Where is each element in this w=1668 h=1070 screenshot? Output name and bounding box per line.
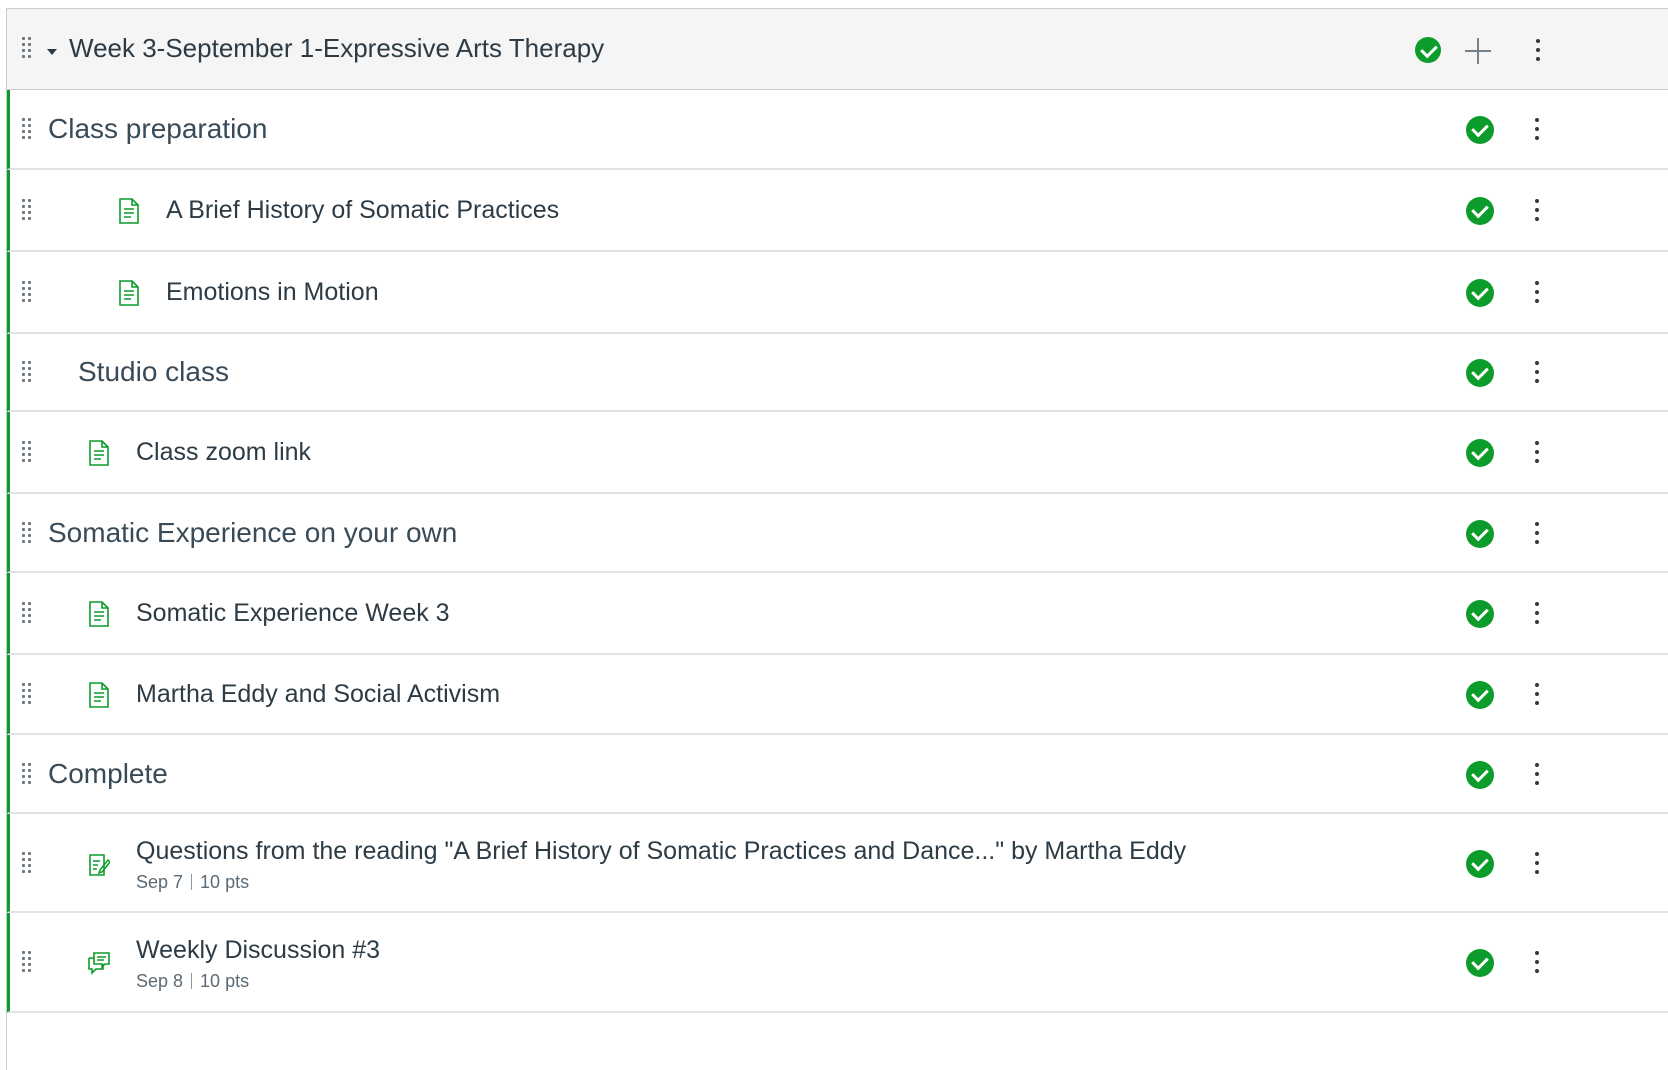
drag-handle-icon[interactable] — [22, 441, 34, 465]
module-item-title-link[interactable]: Weekly Discussion #3 — [136, 936, 380, 965]
assignment-icon — [88, 851, 112, 877]
module-item-row[interactable]: Sep 8 10 pts Weekly Discussion #3 — [7, 913, 1668, 1013]
item-details: Sep 7 10 pts — [136, 872, 249, 893]
item-details: Sep 8 10 pts — [136, 971, 249, 992]
published-check-icon[interactable] — [1466, 949, 1494, 977]
text-header-title: Class preparation — [48, 113, 268, 144]
module-item-title-link[interactable]: A Brief History of Somatic Practices — [166, 196, 559, 225]
text-header-title: Somatic Experience on your own — [48, 517, 458, 548]
published-check-icon[interactable] — [1466, 761, 1494, 789]
kebab-menu-icon[interactable] — [1534, 118, 1540, 142]
drag-handle-icon[interactable] — [22, 951, 34, 975]
kebab-menu-icon[interactable] — [1535, 39, 1541, 63]
document-icon — [88, 601, 110, 627]
module-item-title-link[interactable]: Somatic Experience Week 3 — [136, 599, 450, 628]
module-header[interactable]: Week 3-September 1-Expressive Arts Thera… — [7, 9, 1668, 90]
published-check-icon[interactable] — [1466, 197, 1494, 225]
document-icon — [118, 198, 140, 224]
plus-icon[interactable] — [1465, 38, 1491, 64]
document-icon — [88, 440, 110, 466]
drag-handle-icon[interactable] — [22, 118, 34, 142]
due-date: Sep 7 — [136, 872, 184, 892]
drag-handle-icon[interactable] — [22, 763, 34, 787]
module-item-row[interactable]: Class zoom link — [7, 412, 1668, 494]
text-header-row[interactable]: Class preparation — [7, 90, 1668, 170]
points-possible: 10 pts — [200, 872, 250, 892]
drag-handle-icon[interactable] — [22, 199, 34, 223]
module-item-title-link[interactable]: Class zoom link — [136, 438, 311, 467]
drag-handle-icon[interactable] — [22, 602, 34, 626]
module-item-row[interactable]: Sep 7 10 pts Questions from the reading "A… — [7, 814, 1668, 913]
text-header-row[interactable]: Studio class — [7, 334, 1668, 412]
kebab-menu-icon[interactable] — [1534, 361, 1540, 385]
kebab-menu-icon[interactable] — [1534, 602, 1540, 626]
document-icon — [118, 280, 140, 306]
text-header-title: Studio class — [78, 356, 229, 387]
text-header-row[interactable]: Somatic Experience on your own — [7, 494, 1668, 573]
caret-down-icon[interactable] — [47, 49, 57, 55]
meta-separator — [191, 874, 193, 890]
points-possible: 10 pts — [200, 971, 250, 991]
kebab-menu-icon[interactable] — [1534, 281, 1540, 305]
meta-separator — [191, 973, 193, 989]
drag-handle-icon[interactable] — [22, 522, 34, 546]
discussion-icon — [88, 950, 110, 976]
module-container: Week 3-September 1-Expressive Arts Thera… — [6, 8, 1668, 1070]
drag-handle-icon[interactable] — [22, 361, 34, 385]
kebab-menu-icon[interactable] — [1534, 763, 1540, 787]
text-header-row[interactable]: Complete — [7, 735, 1668, 814]
module-item-row[interactable]: Martha Eddy and Social Activism — [7, 655, 1668, 735]
published-check-icon[interactable] — [1466, 359, 1494, 387]
drag-handle-icon[interactable] — [22, 37, 34, 61]
module-items-list: Class preparation A Brief History of Soma… — [7, 90, 1668, 1013]
published-check-icon[interactable] — [1466, 439, 1494, 467]
published-check-icon[interactable] — [1466, 279, 1494, 307]
published-check-icon[interactable] — [1466, 681, 1494, 709]
kebab-menu-icon[interactable] — [1534, 951, 1540, 975]
kebab-menu-icon[interactable] — [1534, 852, 1540, 876]
module-title: Week 3-September 1-Expressive Arts Thera… — [69, 33, 605, 63]
text-header-title: Complete — [48, 758, 168, 789]
module-item-title-link[interactable]: Martha Eddy and Social Activism — [136, 680, 500, 709]
due-date: Sep 8 — [136, 971, 184, 991]
kebab-menu-icon[interactable] — [1534, 683, 1540, 707]
module-item-row[interactable]: Somatic Experience Week 3 — [7, 573, 1668, 655]
module-item-title-link[interactable]: Emotions in Motion — [166, 278, 379, 307]
module-item-row[interactable]: Emotions in Motion — [7, 252, 1668, 334]
kebab-menu-icon[interactable] — [1534, 441, 1540, 465]
document-icon — [88, 682, 110, 708]
kebab-menu-icon[interactable] — [1534, 199, 1540, 223]
published-check-icon[interactable] — [1466, 600, 1494, 628]
module-item-title-link[interactable]: Questions from the reading "A Brief Hist… — [136, 837, 1186, 866]
drag-handle-icon[interactable] — [22, 281, 34, 305]
drag-handle-icon[interactable] — [22, 683, 34, 707]
published-check-icon[interactable] — [1466, 520, 1494, 548]
drag-handle-icon[interactable] — [22, 852, 34, 876]
kebab-menu-icon[interactable] — [1534, 522, 1540, 546]
published-check-icon[interactable] — [1415, 37, 1441, 63]
published-check-icon[interactable] — [1466, 116, 1494, 144]
module-item-row[interactable]: A Brief History of Somatic Practices — [7, 170, 1668, 252]
published-check-icon[interactable] — [1466, 850, 1494, 878]
